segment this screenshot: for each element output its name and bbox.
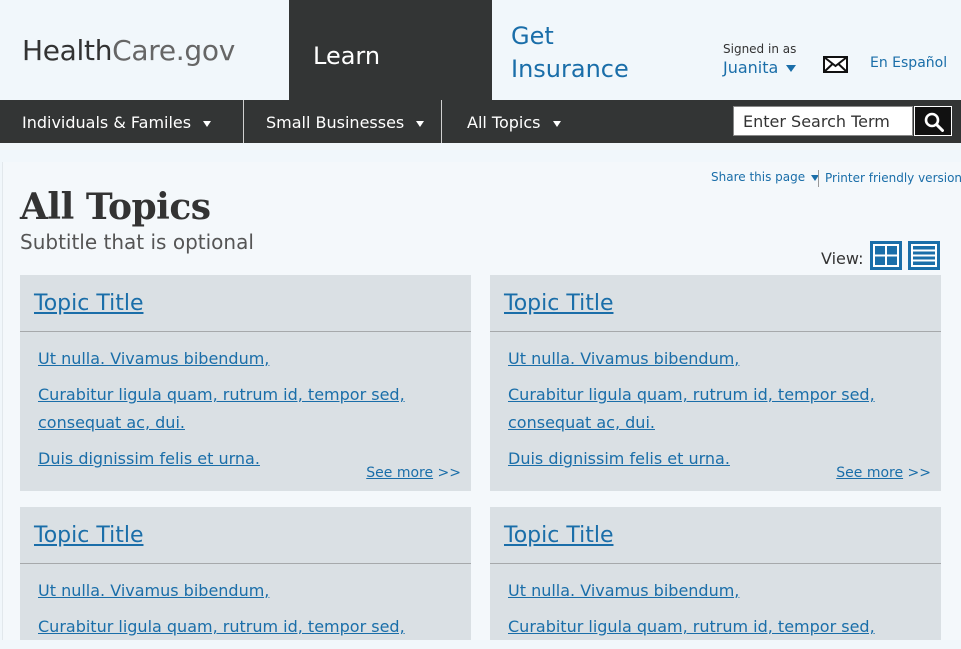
- nav-divider: [441, 100, 442, 143]
- topic-link[interactable]: Curabitur ligula quam, rutrum id, tempor…: [508, 381, 908, 437]
- topic-link[interactable]: Curabitur ligula quam, rutrum id, tempor…: [508, 613, 908, 641]
- envelope-icon[interactable]: [823, 56, 848, 73]
- page-subtitle: Subtitle that is optional: [20, 230, 254, 254]
- nav-label: All Topics: [467, 113, 541, 132]
- topic-title-link[interactable]: Topic Title: [504, 291, 613, 316]
- topic-card: Topic Title Ut nulla. Vivamus bibendum, …: [490, 275, 941, 491]
- signed-in-user[interactable]: Juanita: [723, 58, 797, 77]
- topic-card: Topic Title Ut nulla. Vivamus bibendum, …: [20, 507, 471, 640]
- logo-health: Health: [22, 34, 113, 67]
- chevron-down-icon: [786, 65, 797, 72]
- search-input[interactable]: [733, 106, 913, 136]
- nav-label: Small Businesses: [266, 113, 405, 132]
- nav-divider: [243, 100, 244, 143]
- nav-label: Individuals & Familes: [22, 113, 192, 132]
- printer-friendly-link[interactable]: Printer friendly version: [825, 171, 961, 185]
- site-logo[interactable]: HealthCare.gov: [22, 34, 235, 67]
- topic-links: Ut nulla. Vivamus bibendum, Curabitur li…: [38, 577, 438, 649]
- see-more-label: See more: [836, 465, 904, 481]
- signed-in-menu[interactable]: Signed in as Juanita: [723, 42, 796, 77]
- nav-individuals-families[interactable]: Individuals & Familes: [22, 100, 212, 143]
- chevron-down-icon: [416, 120, 425, 127]
- nav-small-businesses[interactable]: Small Businesses: [266, 100, 425, 143]
- nav-all-topics[interactable]: All Topics: [467, 100, 561, 143]
- chevron-down-icon: [552, 120, 561, 127]
- see-more-link[interactable]: See more >>: [836, 465, 931, 481]
- signed-in-label: Signed in as: [723, 42, 797, 56]
- site-header: HealthCare.gov Learn Get Insurance Signe…: [0, 0, 961, 100]
- topic-title-link[interactable]: Topic Title: [34, 291, 143, 316]
- view-label: View:: [821, 249, 864, 268]
- topic-link[interactable]: Ut nulla. Vivamus bibendum,: [508, 577, 908, 605]
- search-icon: [924, 112, 944, 132]
- see-more-link[interactable]: See more >>: [366, 465, 461, 481]
- topic-links: Ut nulla. Vivamus bibendum, Curabitur li…: [38, 345, 438, 481]
- list-view-icon: [911, 244, 937, 267]
- topic-links: Ut nulla. Vivamus bibendum, Curabitur li…: [508, 345, 908, 481]
- grid-view-button[interactable]: [870, 241, 902, 270]
- user-name: Juanita: [723, 58, 779, 77]
- topic-link[interactable]: Ut nulla. Vivamus bibendum,: [38, 577, 438, 605]
- grid-view-icon: [873, 244, 899, 267]
- topic-title-link[interactable]: Topic Title: [34, 523, 143, 548]
- share-page-link[interactable]: Share this page: [711, 170, 820, 184]
- see-more-arrows: >>: [907, 465, 931, 481]
- topic-link[interactable]: Ut nulla. Vivamus bibendum,: [508, 345, 908, 373]
- get-insurance-tab[interactable]: Get Insurance: [511, 20, 651, 86]
- topic-card: Topic Title Ut nulla. Vivamus bibendum, …: [20, 275, 471, 491]
- search-button[interactable]: [914, 106, 952, 136]
- topic-link[interactable]: Curabitur ligula quam, rutrum id, tempor…: [38, 381, 438, 437]
- topic-link[interactable]: Curabitur ligula quam, rutrum id, tempor…: [38, 613, 438, 641]
- list-view-button[interactable]: [908, 241, 940, 270]
- topic-link[interactable]: Ut nulla. Vivamus bibendum,: [38, 345, 438, 373]
- logo-care: Care.gov: [112, 34, 235, 67]
- espanol-link[interactable]: En Español: [870, 55, 947, 71]
- learn-tab[interactable]: Learn: [289, 0, 492, 100]
- divider: [818, 170, 819, 187]
- see-more-arrows: >>: [437, 465, 461, 481]
- share-label: Share this page: [711, 170, 806, 184]
- topic-card: Topic Title Ut nulla. Vivamus bibendum, …: [490, 507, 941, 640]
- chevron-down-icon: [203, 120, 212, 127]
- topic-title-link[interactable]: Topic Title: [504, 523, 613, 548]
- topic-links: Ut nulla. Vivamus bibendum, Curabitur li…: [508, 577, 908, 649]
- see-more-label: See more: [366, 465, 434, 481]
- page-title: All Topics: [20, 186, 211, 228]
